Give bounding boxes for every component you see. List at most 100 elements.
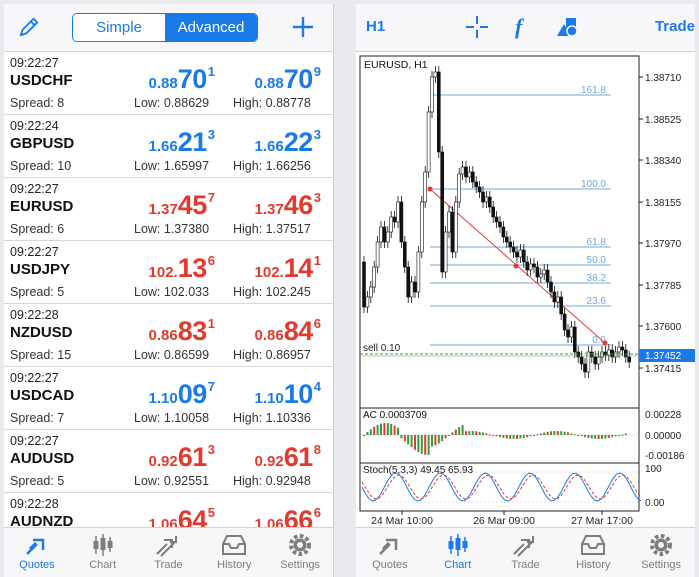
candle-body	[596, 356, 601, 365]
price-chart[interactable]: 1.38710 1.38525 1.38340 1.38155 1.37970 1.377…	[356, 52, 695, 527]
bid-price[interactable]: 1.66213	[149, 127, 215, 158]
quote-row-gbpusd[interactable]: 09:22:24 GBPUSD Spread: 10 Low: 1.65997 High…	[4, 115, 333, 178]
ac-bar	[516, 435, 518, 439]
candle-body	[593, 356, 597, 365]
crosshair-icon[interactable]	[464, 14, 490, 40]
ask-price[interactable]: 0.88709	[255, 64, 321, 95]
quote-symbol: USDCHF	[10, 72, 73, 89]
ac-bar	[465, 431, 467, 435]
ac-bar	[553, 431, 556, 435]
tab-history-left[interactable]: History	[201, 528, 267, 577]
ask-price[interactable]: 102.141	[255, 253, 321, 284]
tab-label: Chart	[89, 559, 117, 571]
ask-price[interactable]: 1.66223	[255, 127, 321, 158]
mode-simple-button[interactable]: Simple	[73, 14, 165, 41]
quotes-toolbar: Simple Advanced	[4, 4, 333, 52]
candle-body	[409, 281, 414, 298]
ac-bar	[594, 435, 597, 439]
mode-advanced-button[interactable]: Advanced	[165, 14, 257, 41]
candle-body	[535, 266, 540, 278]
chart-area[interactable]: 1.38710 1.38525 1.38340 1.38155 1.37970 1.377…	[356, 52, 695, 527]
ask-price-pip: 3	[313, 190, 321, 205]
tab-trade-left[interactable]: Trade	[136, 528, 202, 577]
pencil-icon[interactable]	[18, 16, 40, 38]
tab-history-right[interactable]: History	[559, 528, 627, 577]
ask-price[interactable]: 0.86846	[255, 316, 321, 347]
tab-trade-right[interactable]: Trade	[492, 528, 560, 577]
objects-icon[interactable]	[554, 14, 580, 40]
tab-chart-right[interactable]: Chart	[424, 528, 492, 577]
bid-price[interactable]: 1.10097	[149, 379, 215, 410]
quote-symbol: NZDUSD	[10, 324, 73, 341]
tab-label: History	[576, 559, 611, 571]
ask-price[interactable]: 1.10104	[255, 379, 321, 410]
ac-bar	[556, 431, 559, 435]
quote-row-usdchf[interactable]: 09:22:27 USDCHF Spread: 8 Low: 0.88629 High:…	[4, 52, 333, 115]
price-tick-label: 1.38340	[645, 156, 682, 167]
tab-label: Settings	[641, 559, 681, 571]
bid-price[interactable]: 0.88701	[149, 64, 215, 95]
quote-symbol: AUDUSD	[10, 450, 75, 467]
candle-body	[450, 211, 455, 253]
function-icon[interactable]: f	[508, 14, 534, 40]
bid-price[interactable]: 1.37457	[149, 190, 215, 221]
quote-low: Low: 0.88629	[134, 96, 210, 110]
ask-price[interactable]: 1.37463	[255, 190, 321, 221]
quote-time: 09:22:28	[10, 497, 59, 511]
ac-bar	[577, 435, 580, 436]
ac-bar	[431, 435, 433, 447]
quote-spread: Spread: 7	[10, 411, 65, 425]
quote-symbol: USDCAD	[10, 387, 75, 404]
candle-body	[433, 71, 438, 78]
ac-indicator-label: AC 0.0003709	[363, 410, 427, 421]
ac-bar	[570, 433, 573, 435]
quote-row-audusd[interactable]: 09:22:27 AUDUSD Spread: 5 Low: 0.92551 High:…	[4, 430, 333, 493]
tab-label: Quotes	[372, 559, 408, 571]
ac-bar	[536, 434, 539, 436]
bid-price[interactable]: 0.86831	[149, 316, 215, 347]
bid-price[interactable]: 1.06645	[149, 505, 215, 527]
tab-quotes-left[interactable]: Quotes	[4, 528, 70, 577]
bid-price[interactable]: 0.92613	[149, 442, 215, 473]
ac-bar	[590, 435, 593, 439]
ac-bar	[369, 429, 372, 435]
mode-segmented-control: Simple Advanced	[72, 13, 258, 42]
ac-bar	[502, 435, 505, 438]
fib-level-label: 61.8	[587, 237, 607, 248]
tab-label: Trade	[154, 559, 183, 571]
fib-level-label: 23.6	[587, 296, 607, 307]
price-tick-label: 1.37415	[645, 364, 682, 375]
quote-row-eurusd[interactable]: 09:22:27 EURUSD Spread: 6 Low: 1.37380 High:…	[4, 178, 333, 241]
bid-price[interactable]: 102.136	[149, 253, 215, 284]
quote-row-nzdusd[interactable]: 09:22:28 NZDUSD Spread: 15 Low: 0.86599 High…	[4, 304, 333, 367]
ac-bar	[427, 435, 430, 455]
ac-bar	[441, 435, 444, 442]
quote-row-usdjpy[interactable]: 09:22:27 USDJPY Spread: 5 Low: 102.033 High:…	[4, 241, 333, 304]
plus-icon[interactable]	[290, 14, 316, 40]
ac-bar	[451, 432, 454, 435]
settings-icon	[650, 534, 673, 556]
tab-settings-right[interactable]: Settings	[627, 528, 695, 577]
tab-quotes-right[interactable]: Quotes	[356, 528, 424, 577]
ask-price[interactable]: 1.06666	[255, 505, 321, 527]
bid-price-pip: 3	[207, 127, 215, 142]
candle-body	[389, 216, 394, 233]
ac-bar	[543, 432, 546, 435]
candle-body	[528, 263, 533, 271]
quote-spread: Spread: 10	[10, 159, 72, 173]
ac-bar	[397, 427, 399, 435]
trade-button[interactable]: Trade	[655, 18, 695, 35]
fib-level-label: 100.0	[581, 179, 606, 190]
timeframe-button[interactable]: H1	[366, 18, 385, 35]
quotes-icon	[26, 538, 45, 555]
quote-high: High: 1.10336	[233, 411, 311, 425]
tab-bar-left: Quotes Chart Trade History Settings	[4, 527, 333, 577]
tab-chart-left[interactable]: Chart	[70, 528, 136, 577]
quote-row-usdcad[interactable]: 09:22:27 USDCAD Spread: 7 Low: 1.10058 High:…	[4, 367, 333, 430]
ask-price[interactable]: 0.92618	[255, 442, 321, 473]
bid-price-pip: 7	[207, 379, 215, 394]
ac-bar	[550, 431, 552, 435]
tab-settings-left[interactable]: Settings	[267, 528, 333, 577]
quote-row-audnzd[interactable]: 09:22:28 AUDNZD 1.06645 1.06666	[4, 493, 333, 527]
quote-high: High: 0.92948	[233, 474, 311, 488]
